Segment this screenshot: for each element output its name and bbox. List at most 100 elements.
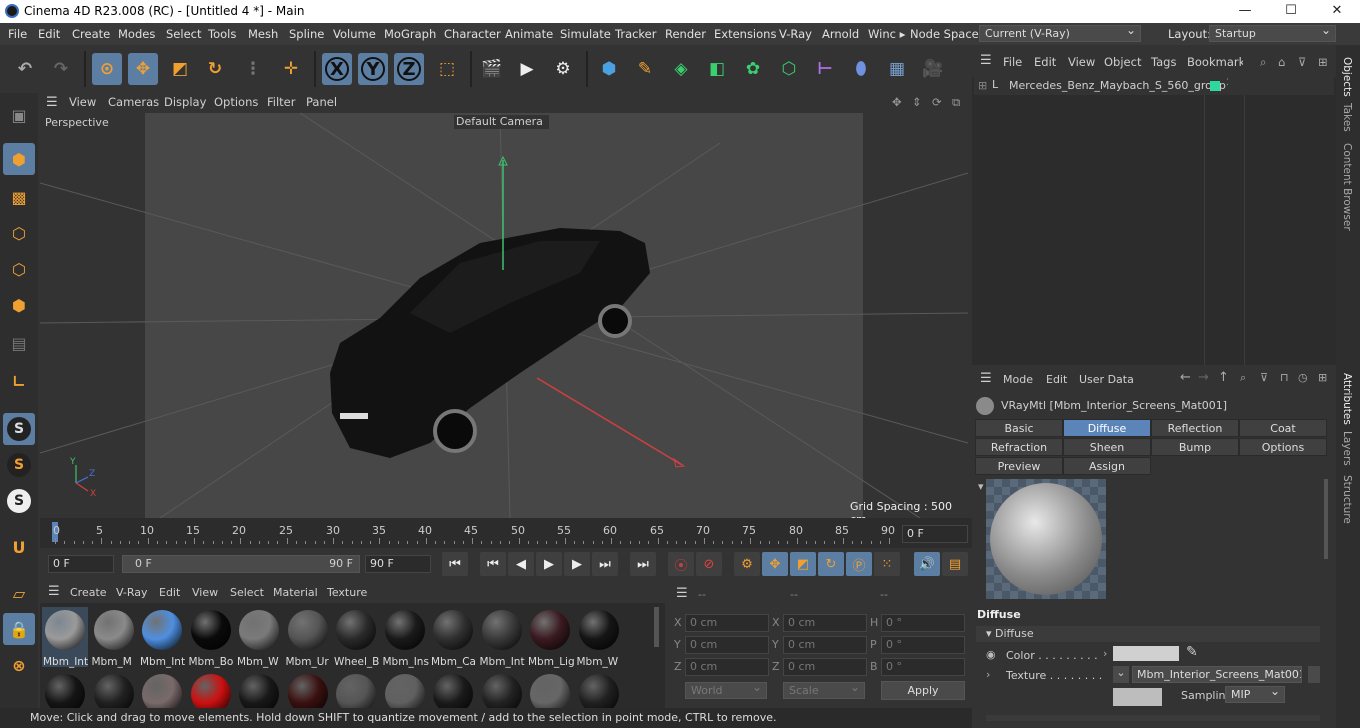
menu-tracker[interactable]: Tracker bbox=[615, 27, 657, 41]
collapse-preview-icon[interactable]: ▾ bbox=[978, 480, 984, 493]
tab-options[interactable]: Options bbox=[1239, 438, 1327, 456]
symmetry-icon[interactable]: ⊗ bbox=[3, 649, 35, 681]
menu-animate[interactable]: Animate bbox=[505, 27, 553, 41]
menu-render[interactable]: Render bbox=[665, 27, 706, 41]
material-swatch[interactable] bbox=[430, 671, 476, 708]
texture-thumbnail[interactable] bbox=[1113, 688, 1162, 706]
color-swatch[interactable] bbox=[1113, 646, 1179, 661]
attributes-hamburger-icon[interactable]: ☰ bbox=[980, 371, 992, 386]
tab-sheen[interactable]: Sheen bbox=[1063, 438, 1151, 456]
render-picture-viewer-icon[interactable]: ▶ bbox=[512, 53, 542, 85]
go-to-start-icon[interactable]: ⏮ bbox=[442, 552, 468, 576]
material-swatch[interactable]: Mbm_Int bbox=[139, 607, 185, 668]
film-strip-icon[interactable]: ▤ bbox=[942, 552, 968, 576]
material-swatch[interactable] bbox=[188, 671, 234, 708]
timeline-ruler[interactable]: 0 5 10 15 20 25 30 35 40 45 50 55 60 65 … bbox=[40, 518, 972, 548]
tab-attributes[interactable]: Attributes bbox=[1341, 373, 1353, 425]
x-axis-lock-icon[interactable]: X bbox=[322, 53, 352, 85]
history-icon[interactable]: ◷ bbox=[1298, 371, 1308, 384]
color-radio-icon[interactable]: ◉ bbox=[986, 648, 996, 661]
material-swatch[interactable]: Mbm_Lig bbox=[527, 607, 574, 668]
home-icon[interactable]: ⌂ bbox=[1278, 55, 1285, 69]
mat-menu-texture[interactable]: Texture bbox=[327, 586, 367, 599]
viewport-rotate-icon[interactable]: ⟳ bbox=[932, 95, 942, 109]
obj-menu-view[interactable]: View bbox=[1068, 55, 1095, 69]
material-swatch[interactable] bbox=[479, 671, 525, 708]
eyedropper-icon[interactable]: ✎ bbox=[1186, 644, 1198, 660]
forward-arrow-icon[interactable]: → bbox=[1198, 370, 1209, 385]
model-mode-icon[interactable]: ⬢ bbox=[3, 143, 35, 175]
size-z-field[interactable]: 0 cm bbox=[783, 658, 867, 676]
key-parameter-icon[interactable]: Ⓟ bbox=[846, 552, 872, 576]
texture-expand-icon[interactable]: › bbox=[986, 668, 990, 681]
key-point-level-icon[interactable]: ⁙ bbox=[874, 552, 900, 576]
layout-dropdown[interactable]: Startup bbox=[1209, 23, 1336, 42]
scale-tool-icon[interactable]: ◩ bbox=[165, 53, 195, 85]
material-swatch[interactable]: Mbm_Ca bbox=[430, 607, 476, 668]
mat-menu-vray[interactable]: V-Ray bbox=[116, 586, 148, 599]
attr-search-icon[interactable]: ⌕ bbox=[1240, 371, 1246, 385]
layer-color-icon[interactable] bbox=[1210, 81, 1220, 91]
mat-menu-create[interactable]: Create bbox=[70, 586, 107, 599]
node-space-dropdown[interactable]: Current (V-Ray) bbox=[979, 23, 1141, 42]
transform-tool-icon[interactable]: ✛ bbox=[276, 53, 306, 85]
viewport-hamburger-icon[interactable]: ☰ bbox=[46, 95, 58, 110]
texture-menu-icon[interactable]: ⌄ bbox=[1113, 666, 1129, 683]
mat-menu-edit[interactable]: Edit bbox=[159, 586, 180, 599]
texture-field[interactable]: Mbm_Interior_Screens_Mat001_Di bbox=[1132, 666, 1302, 683]
menu-modes[interactable]: Modes bbox=[118, 27, 155, 41]
pos-y-field[interactable]: 0 cm bbox=[685, 636, 769, 654]
live-selection-icon[interactable]: ⊙ bbox=[92, 53, 122, 85]
floor-icon[interactable]: ▦ bbox=[882, 53, 912, 85]
uv-mode-icon[interactable]: ▤ bbox=[3, 327, 35, 359]
current-frame-field[interactable]: 0 F bbox=[902, 525, 968, 543]
back-arrow-icon[interactable]: ← bbox=[1180, 370, 1191, 385]
rotate-tool-icon[interactable]: ↻ bbox=[200, 53, 230, 85]
tab-assign[interactable]: Assign bbox=[1063, 457, 1151, 475]
previous-key-icon[interactable]: ⏮ bbox=[480, 552, 506, 576]
up-arrow-icon[interactable]: ↑ bbox=[1218, 370, 1229, 385]
tab-diffuse[interactable]: Diffuse bbox=[1063, 419, 1151, 437]
tab-basic[interactable]: Basic bbox=[975, 419, 1063, 437]
expand-icon[interactable]: ⊞ bbox=[978, 79, 987, 92]
record-icon[interactable]: ⦿ bbox=[668, 552, 694, 576]
axis-mode-icon[interactable]: ∟ bbox=[3, 365, 35, 397]
menu-tools[interactable]: Tools bbox=[208, 27, 236, 41]
pos-z-field[interactable]: 0 cm bbox=[685, 658, 769, 676]
mat-menu-view[interactable]: View bbox=[192, 586, 218, 599]
mograph-cloner-icon[interactable]: ⬡ bbox=[774, 53, 804, 85]
menu-arnold[interactable]: Arnold bbox=[822, 27, 859, 41]
color-expand-icon[interactable]: › bbox=[1103, 647, 1107, 660]
material-swatch[interactable] bbox=[333, 671, 379, 708]
camera-icon[interactable]: 🎥 bbox=[918, 53, 948, 85]
maximize-button[interactable]: ☐ bbox=[1268, 0, 1314, 23]
viewport-menu-filter[interactable]: Filter bbox=[267, 95, 295, 109]
render-settings-icon[interactable]: ⚙ bbox=[548, 53, 578, 85]
cloner-icon[interactable]: ✿ bbox=[738, 53, 768, 85]
menu-volume[interactable]: Volume bbox=[333, 27, 376, 41]
z-axis-lock-icon[interactable]: Z bbox=[394, 53, 424, 85]
y-axis-lock-icon[interactable]: Y bbox=[358, 53, 388, 85]
viewport-perspective[interactable]: Perspective Default Camera Grid Spacing … bbox=[40, 113, 968, 518]
attr-menu-user-data[interactable]: User Data bbox=[1079, 373, 1134, 386]
pos-x-field[interactable]: 0 cm bbox=[685, 614, 769, 632]
menu-vray[interactable]: V-Ray bbox=[779, 27, 812, 41]
edges-mode-icon[interactable]: ⬡ bbox=[3, 253, 35, 285]
next-frame-icon[interactable]: ▶ bbox=[564, 552, 590, 576]
material-swatch[interactable] bbox=[236, 671, 282, 708]
bend-deformer-icon[interactable]: ⊢ bbox=[810, 53, 840, 85]
keyframe-selection-icon[interactable]: ⚙ bbox=[734, 552, 760, 576]
coord-hamburger-icon[interactable]: ☰ bbox=[676, 586, 688, 601]
tab-layers[interactable]: Layers bbox=[1341, 431, 1353, 466]
lock-workplane-icon[interactable]: 🔒 bbox=[3, 613, 35, 645]
material-swatch[interactable]: Mbm_Ur bbox=[285, 607, 331, 668]
object-name[interactable]: Mercedes_Benz_Maybach_S_560_group bbox=[1009, 79, 1226, 92]
size-x-field[interactable]: 0 cm bbox=[783, 614, 867, 632]
tab-bump[interactable]: Bump bbox=[1151, 438, 1239, 456]
obj-menu-bookmarks[interactable]: Bookmarks bbox=[1187, 55, 1243, 69]
viewport-maximize-icon[interactable]: ⧉ bbox=[952, 95, 960, 110]
subdivision-surface-icon[interactable]: ◈ bbox=[666, 53, 696, 85]
objects-hamburger-icon[interactable]: ☰ bbox=[980, 53, 992, 68]
menu-mesh[interactable]: Mesh bbox=[248, 27, 278, 41]
pen-spline-icon[interactable]: ✎ bbox=[630, 53, 660, 85]
